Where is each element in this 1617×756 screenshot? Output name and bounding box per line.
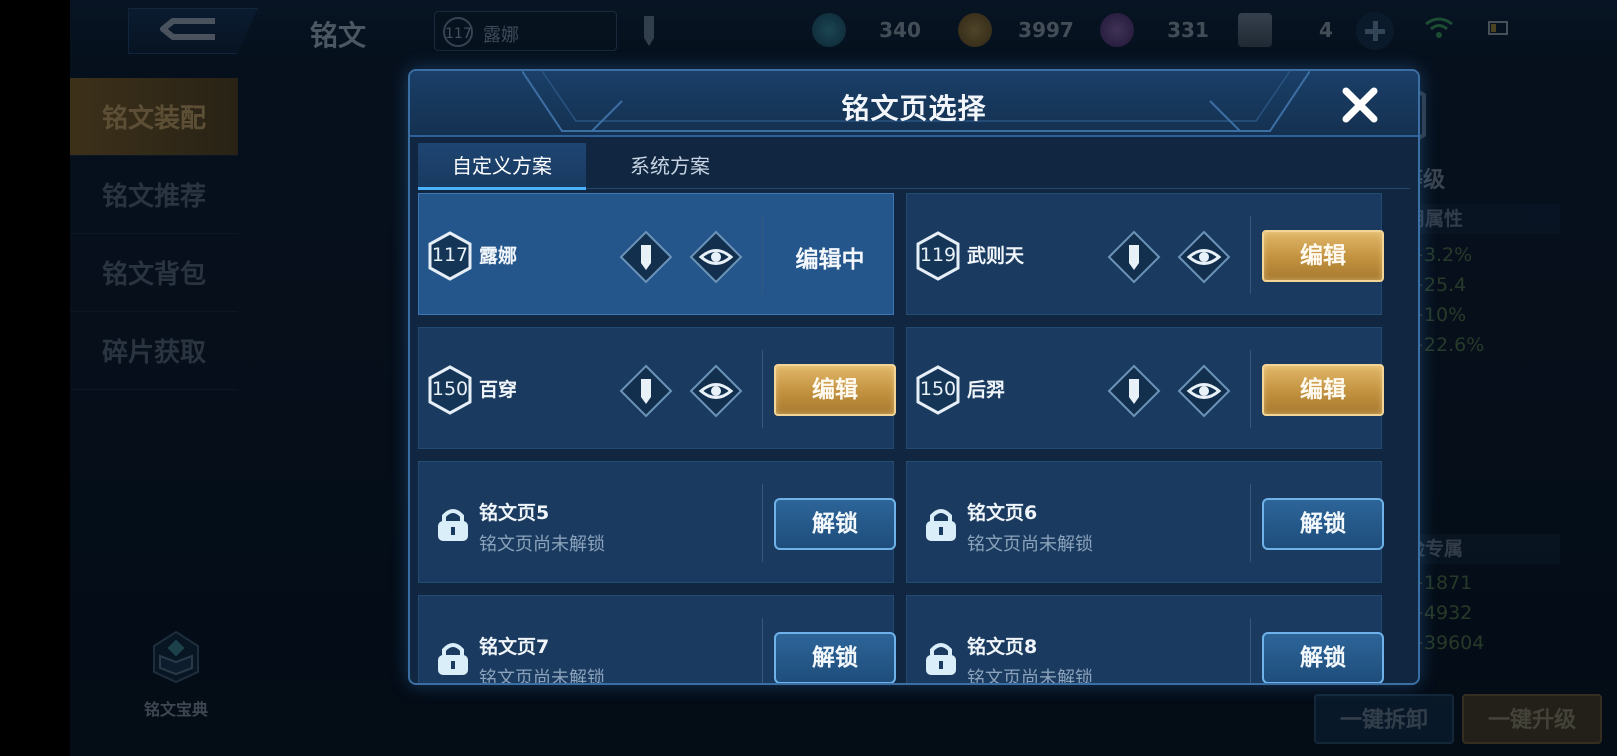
locked-page-card-5[interactable]: 铭文页5 铭文页尚未解锁 解锁 bbox=[418, 461, 896, 583]
tab-custom[interactable]: 自定义方案 bbox=[418, 143, 586, 190]
page-select-modal: 铭文页选择 自定义方案 系统方案 117 露娜 编辑中 119 武则天 编辑 1… bbox=[408, 69, 1420, 685]
page-card-2[interactable]: 119 武则天 编辑 bbox=[906, 193, 1384, 315]
editing-status: 编辑中 bbox=[795, 247, 865, 273]
locked-page-card-6[interactable]: 铭文页6 铭文页尚未解锁 解锁 bbox=[906, 461, 1384, 583]
locked-page-subtitle: 铭文页尚未解锁 bbox=[967, 534, 1093, 555]
lock-icon bbox=[438, 509, 468, 541]
unlock-button[interactable]: 解锁 bbox=[1262, 632, 1384, 683]
modal-title: 铭文页选择 bbox=[841, 92, 987, 125]
unlock-button[interactable]: 解锁 bbox=[774, 632, 896, 683]
tab-system[interactable]: 系统方案 bbox=[586, 143, 754, 189]
locked-page-subtitle: 铭文页尚未解锁 bbox=[967, 668, 1093, 685]
close-icon[interactable] bbox=[1338, 83, 1382, 127]
unlock-button[interactable]: 解锁 bbox=[1262, 498, 1384, 550]
edit-button[interactable]: 编辑 bbox=[774, 364, 896, 416]
page-level: 150 bbox=[919, 378, 957, 400]
screen: 铭文 117 露娜 340 3997 331 4 铭文装配 铭文推荐 铭文背包 … bbox=[0, 0, 1617, 756]
page-name: 露娜 bbox=[479, 245, 518, 267]
card-divider bbox=[762, 618, 763, 683]
card-divider bbox=[1250, 216, 1251, 294]
game-view: 铭文 117 露娜 340 3997 331 4 铭文装配 铭文推荐 铭文背包 … bbox=[70, 0, 1617, 756]
locked-page-title: 铭文页5 bbox=[479, 502, 550, 524]
lock-icon bbox=[438, 643, 468, 675]
page-level-badge: 117 bbox=[427, 231, 473, 281]
card-divider bbox=[1250, 350, 1251, 428]
lock-icon bbox=[926, 509, 956, 541]
rename-pencil-icon[interactable] bbox=[1107, 230, 1161, 284]
rename-pencil-icon[interactable] bbox=[1107, 364, 1161, 418]
locked-page-title: 铭文页7 bbox=[479, 636, 550, 658]
modal-header: 铭文页选择 bbox=[410, 71, 1418, 137]
locked-page-subtitle: 铭文页尚未解锁 bbox=[479, 668, 605, 685]
locked-page-title: 铭文页8 bbox=[967, 636, 1038, 658]
edit-button[interactable]: 编辑 bbox=[1262, 230, 1384, 282]
page-level: 117 bbox=[431, 244, 469, 266]
page-level-badge: 150 bbox=[915, 365, 961, 415]
page-level: 119 bbox=[919, 244, 957, 266]
lock-icon bbox=[926, 643, 956, 675]
preview-eye-icon[interactable] bbox=[689, 230, 743, 284]
edit-button[interactable]: 编辑 bbox=[1262, 364, 1384, 416]
locked-page-card-8[interactable]: 铭文页8 铭文页尚未解锁 解锁 bbox=[906, 595, 1384, 685]
locked-page-title: 铭文页6 bbox=[967, 502, 1038, 524]
page-level-badge: 150 bbox=[427, 365, 473, 415]
preview-eye-icon[interactable] bbox=[1177, 230, 1231, 284]
preview-eye-icon[interactable] bbox=[689, 364, 743, 418]
card-divider bbox=[762, 484, 763, 562]
card-divider bbox=[1250, 484, 1251, 562]
page-card-4[interactable]: 150 后羿 编辑 bbox=[906, 327, 1384, 449]
locked-page-card-7[interactable]: 铭文页7 铭文页尚未解锁 解锁 bbox=[418, 595, 896, 685]
page-name: 武则天 bbox=[967, 245, 1025, 267]
card-divider bbox=[1250, 618, 1251, 683]
rename-pencil-icon[interactable] bbox=[619, 230, 673, 284]
page-name: 百穿 bbox=[479, 379, 518, 401]
page-card-3[interactable]: 150 百穿 编辑 bbox=[418, 327, 896, 449]
rename-pencil-icon[interactable] bbox=[619, 364, 673, 418]
preview-eye-icon[interactable] bbox=[1177, 364, 1231, 418]
locked-page-subtitle: 铭文页尚未解锁 bbox=[479, 534, 605, 555]
page-name: 后羿 bbox=[967, 379, 1006, 401]
unlock-button[interactable]: 解锁 bbox=[774, 498, 896, 550]
page-card-1[interactable]: 117 露娜 编辑中 bbox=[418, 193, 894, 315]
page-grid: 117 露娜 编辑中 119 武则天 编辑 150 百穿 编辑 150 后羿 编… bbox=[418, 193, 1414, 685]
card-divider bbox=[762, 350, 763, 428]
page-level-badge: 119 bbox=[915, 231, 961, 281]
tab-bar: 自定义方案 系统方案 bbox=[418, 143, 1410, 190]
page-level: 150 bbox=[431, 378, 469, 400]
